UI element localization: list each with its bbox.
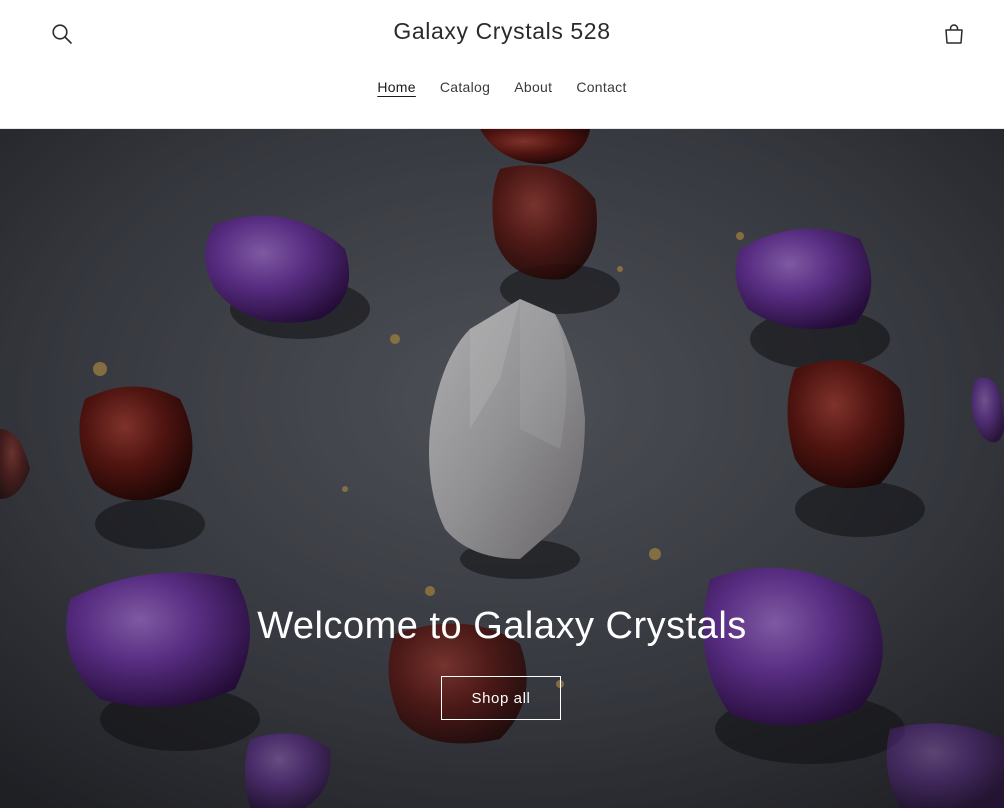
cart-icon xyxy=(945,24,963,44)
nav-item-about[interactable]: About xyxy=(514,79,552,95)
nav-item-contact[interactable]: Contact xyxy=(576,79,626,95)
nav-item-home[interactable]: Home xyxy=(377,79,416,95)
hero-heading: Welcome to Galaxy Crystals xyxy=(257,605,747,647)
hero-banner: Welcome to Galaxy Crystals Shop all xyxy=(0,129,1004,808)
nav-item-catalog[interactable]: Catalog xyxy=(440,79,490,95)
main-nav: Home Catalog About Contact xyxy=(0,79,1004,95)
site-title[interactable]: Galaxy Crystals 528 xyxy=(0,18,1004,45)
cart-button[interactable] xyxy=(936,16,972,52)
shop-all-button[interactable]: Shop all xyxy=(441,676,561,720)
site-header: Galaxy Crystals 528 Home Catalog About C… xyxy=(0,0,1004,129)
